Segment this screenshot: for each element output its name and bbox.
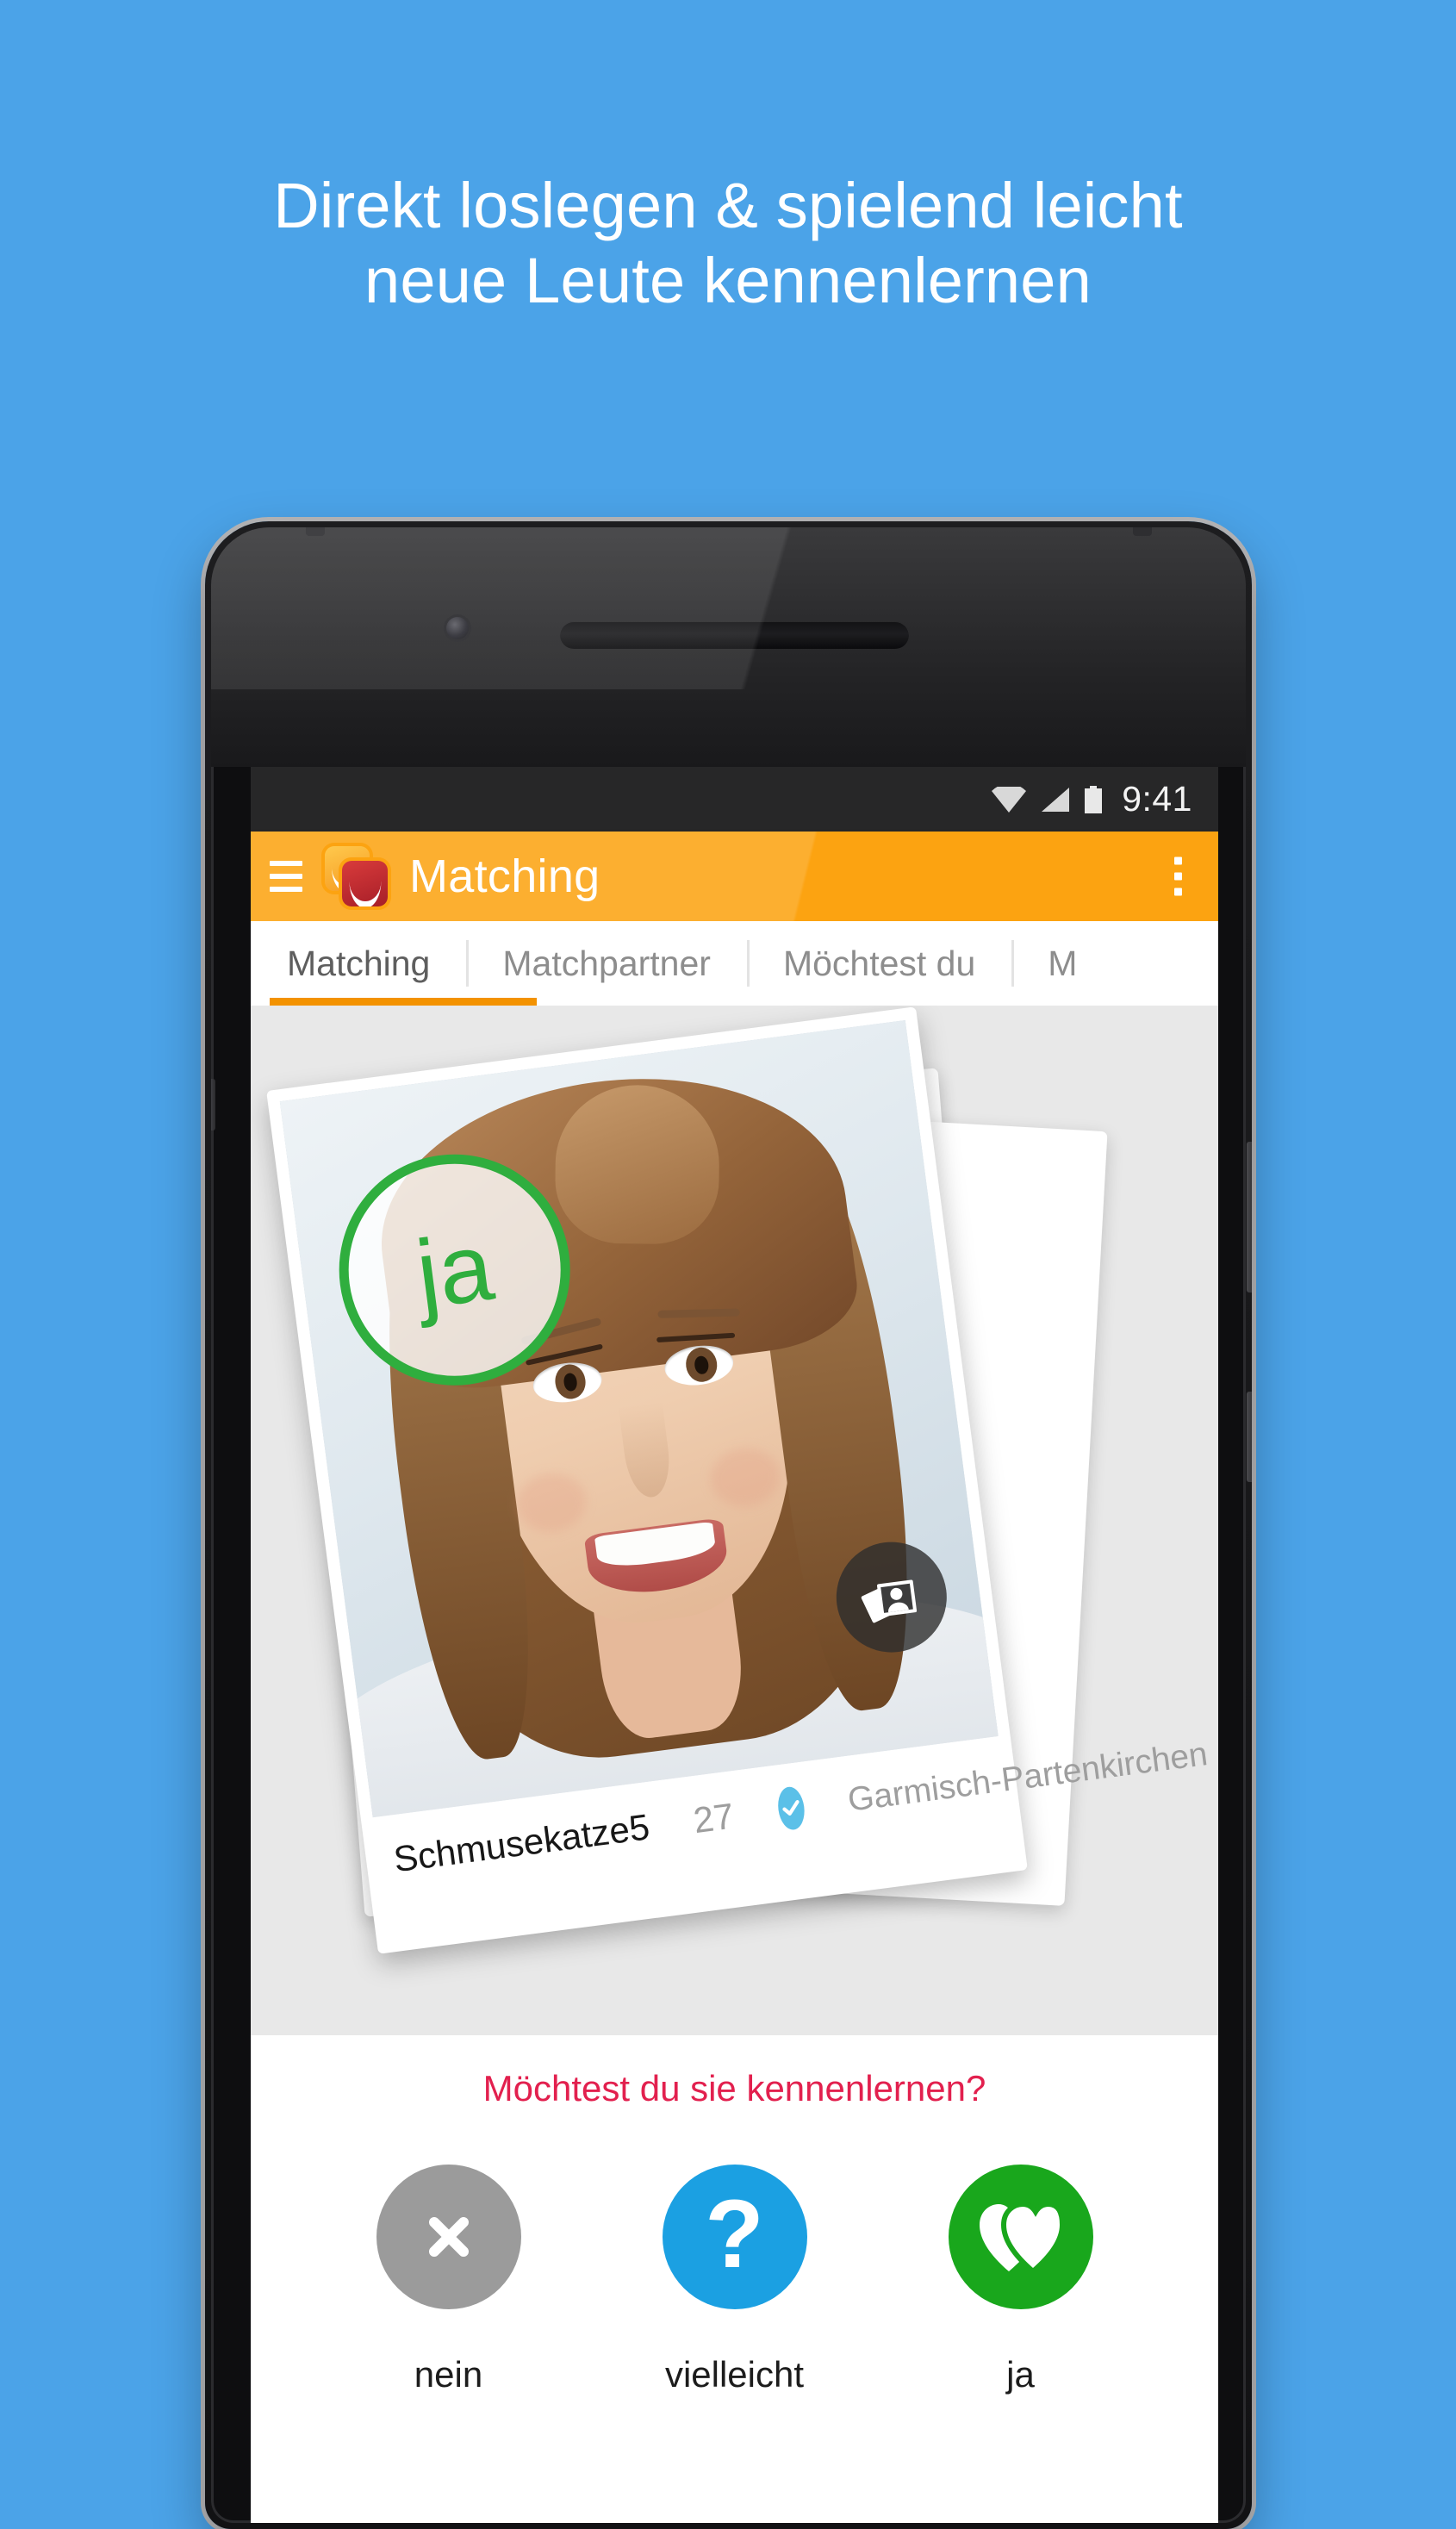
- matching-card-area: ja Schmusekatze5 27 Garmisch-Partenkirch…: [251, 1006, 1218, 2035]
- status-bar: 9:41: [251, 767, 1218, 832]
- front-camera-icon: [446, 617, 469, 639]
- tab-label: M: [1048, 943, 1078, 983]
- divider: [752, 1790, 759, 1836]
- tab-label: Möchtest du: [782, 943, 976, 983]
- overflow-menu-icon[interactable]: [1174, 856, 1182, 896]
- screen-glare: [251, 832, 1218, 921]
- battery-icon: [1084, 785, 1103, 813]
- tab-matchpartner[interactable]: Matchpartner: [466, 921, 747, 1006]
- bezel-nub-left: [306, 527, 325, 536]
- app-bar-title: Matching: [409, 850, 600, 902]
- decision-button-nein[interactable]: nein: [354, 2165, 544, 2395]
- phone-mockup: 9:41 Matching Matching Matchpartner Möch…: [205, 521, 1252, 2529]
- profile-age: 27: [691, 1795, 737, 1841]
- tab-label: Matching: [287, 943, 431, 983]
- active-tab-indicator: [270, 998, 537, 1006]
- profile-card[interactable]: ja Schmusekatze5 27 Garmisch-Partenkirch…: [266, 1006, 1210, 1954]
- signal-icon: [1040, 787, 1071, 813]
- decision-buttons: nein ? vielleicht ja: [251, 2165, 1218, 2395]
- divider: [668, 1800, 675, 1847]
- earpiece-speaker: [560, 621, 909, 649]
- tab-matching[interactable]: Matching: [251, 921, 466, 1006]
- power-button[interactable]: [1247, 1392, 1252, 1482]
- volume-button[interactable]: [1247, 1142, 1252, 1293]
- divider: [823, 1780, 830, 1828]
- decision-button-label: ja: [1006, 2354, 1035, 2395]
- tab-label: Matchpartner: [502, 943, 711, 983]
- status-bar-clock: 9:41: [1122, 779, 1192, 819]
- question-mark-icon: ?: [662, 2165, 807, 2309]
- phone-body: 9:41 Matching Matching Matchpartner Möch…: [211, 527, 1246, 2523]
- profile-photo: ja: [279, 1019, 999, 1818]
- promo-headline: Direkt loslegen & spielend leicht neue L…: [0, 168, 1456, 319]
- phone-screen: 9:41 Matching Matching Matchpartner Möch…: [251, 767, 1218, 2523]
- decision-button-vielleicht[interactable]: ? vielleicht: [640, 2165, 830, 2395]
- hamburger-menu-icon[interactable]: [270, 861, 302, 892]
- headline-line-1: Direkt loslegen & spielend leicht: [273, 170, 1183, 241]
- decision-button-label: nein: [414, 2354, 483, 2395]
- bezel-nub-right: [1133, 527, 1152, 536]
- double-heart-icon: [948, 2165, 1093, 2309]
- left-side-button[interactable]: [211, 1079, 215, 1131]
- wifi-icon: [991, 786, 1027, 813]
- tab-bar: Matching Matchpartner Möchtest du M: [251, 921, 1218, 1006]
- profile-username: Schmusekatze5: [391, 1806, 652, 1880]
- tab-overflow-partial[interactable]: M: [1011, 921, 1113, 1006]
- swipe-overlay-label: ja: [410, 1212, 499, 1329]
- decision-button-ja[interactable]: ja: [926, 2165, 1116, 2395]
- decision-button-label: vielleicht: [664, 2354, 805, 2395]
- close-x-icon: [376, 2165, 521, 2309]
- verified-check-icon: [775, 1785, 807, 1832]
- headline-line-2: neue Leute kennenlernen: [364, 245, 1092, 317]
- decision-panel: Möchtest du sie kennenlernen? nein ? vie…: [251, 2035, 1218, 2395]
- tab-moechtest-du[interactable]: Möchtest du: [746, 921, 1011, 1006]
- app-logo-icon: [325, 846, 392, 906]
- decision-question: Möchtest du sie kennenlernen?: [482, 2068, 986, 2109]
- app-bar: Matching: [251, 832, 1218, 921]
